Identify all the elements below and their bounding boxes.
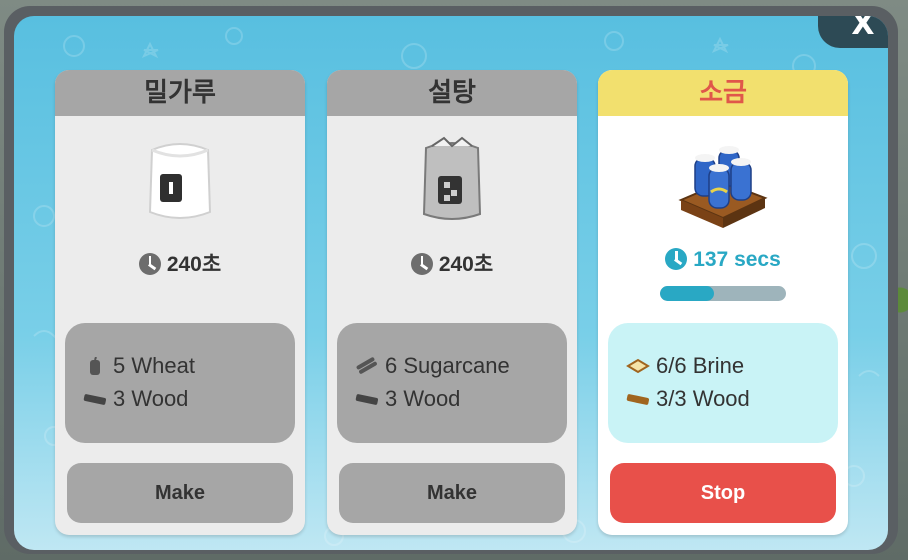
flour-bag-icon: [148, 143, 212, 219]
ingredient-text: 5 Wheat: [113, 353, 195, 378]
make-button[interactable]: Make: [67, 463, 293, 523]
wood-log-icon: [355, 394, 379, 405]
ingredient-text: 6 Sugarcane: [385, 353, 510, 378]
ingredient-row: 3/3 Wood: [608, 386, 838, 419]
craft-time: 240초: [55, 248, 305, 278]
ingredients-panel: 5 Wheat 3 Wood: [65, 323, 295, 443]
wood-log-icon: [626, 394, 650, 405]
wheat-icon: [90, 357, 100, 375]
recipe-card-flour: 밀가루 240초 5 Wheat 3 Wood Make: [55, 70, 305, 535]
ingredient-row: 6 Sugarcane: [337, 353, 567, 386]
ingredient-row: 5 Wheat: [65, 353, 295, 386]
clock-icon: [138, 253, 161, 275]
sugarcane-icon: [356, 357, 377, 374]
craft-time-value: 240초: [438, 253, 494, 276]
recipe-card-salt: 소금 137 secs 6/6 Brine 3/3 Wood Stop: [598, 70, 848, 535]
recipe-title: 밀가루: [55, 70, 305, 116]
craft-time-value: 240초: [166, 253, 222, 276]
recipe-title: 소금: [598, 70, 848, 116]
clock-icon: [665, 248, 688, 270]
salt-crate-icon: [678, 146, 768, 228]
ingredient-row: 3 Wood: [337, 386, 567, 419]
wood-log-icon: [83, 394, 107, 405]
ingredient-text: 3/3 Wood: [656, 386, 750, 411]
recipe-card-sugar: 설탕 240초 6 Sugarcane 3 Wood Make: [327, 70, 577, 535]
ingredient-row: 3 Wood: [65, 386, 295, 419]
ingredients-panel: 6/6 Brine 3/3 Wood: [608, 323, 838, 443]
stop-button[interactable]: Stop: [610, 463, 836, 523]
clock-icon: [410, 253, 433, 275]
sugar-bag-icon: [422, 136, 482, 220]
crafting-dialog: X 밀가루 240초 5 Wheat 3 Wood Make 설탕 240초 6…: [14, 16, 888, 550]
ingredient-row: 6/6 Brine: [608, 353, 838, 386]
make-button[interactable]: Make: [339, 463, 565, 523]
ingredients-panel: 6 Sugarcane 3 Wood: [337, 323, 567, 443]
recipe-title: 설탕: [327, 70, 577, 116]
craft-time: 240초: [327, 248, 577, 278]
brine-icon: [626, 358, 650, 374]
craft-time-value: 137 secs: [693, 248, 781, 271]
ingredient-text: 3 Wood: [385, 386, 461, 411]
ingredient-text: 3 Wood: [113, 386, 189, 411]
craft-progress-fill: [660, 286, 715, 301]
ingredient-text: 6/6 Brine: [656, 353, 745, 378]
craft-time: 137 secs: [598, 248, 848, 272]
craft-progress-bar: [660, 286, 786, 301]
close-button[interactable]: X: [818, 16, 888, 48]
